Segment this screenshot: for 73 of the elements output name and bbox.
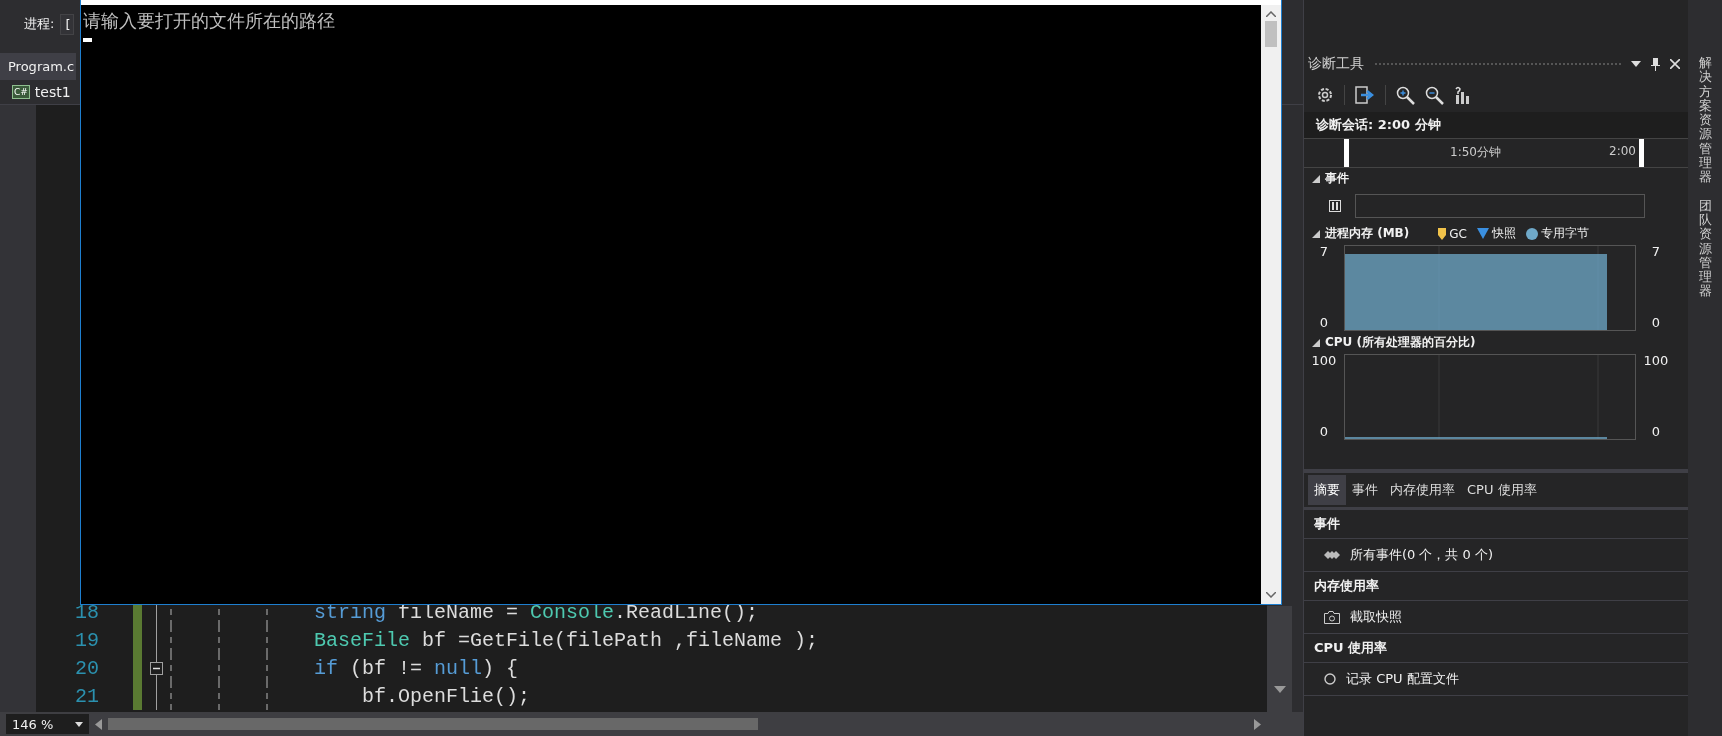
scroll-left-icon[interactable] — [95, 718, 103, 730]
timeline-ruler[interactable]: 1:50分钟 2:00 — [1304, 138, 1688, 168]
scroll-down-icon[interactable] — [1266, 592, 1276, 598]
zoom-out-icon[interactable] — [1425, 85, 1444, 105]
timeline-label: 2:00 — [1609, 144, 1636, 158]
record-icon — [1324, 673, 1336, 685]
console-output: 请输入要打开的文件所在的路径 — [83, 10, 336, 33]
tab[interactable]: CPU 使用率 — [1461, 475, 1543, 505]
summary-heading: CPU 使用率 — [1304, 634, 1688, 663]
session-duration: 诊断会话: 2:00 分钟 — [1304, 112, 1688, 138]
legend-label: GC — [1449, 226, 1467, 241]
axis-label: 7 — [1651, 244, 1661, 259]
pin-icon[interactable] — [1651, 57, 1660, 71]
side-tab[interactable]: 团队资源管理器 — [1698, 198, 1712, 299]
process-dropdown[interactable]: [ — [60, 13, 75, 35]
collapse-icon[interactable] — [149, 661, 163, 675]
axis-label: 0 — [1651, 315, 1661, 330]
section-title: CPU (所有处理器的百分比) — [1325, 334, 1476, 351]
side-tab[interactable]: 解决方案资源管理器 — [1698, 56, 1712, 185]
axis-label: 100 — [1643, 353, 1669, 368]
summary-action[interactable]: 所有事件(0 个，共 0 个) — [1350, 546, 1494, 564]
caret-icon — [75, 721, 84, 727]
legend-label: 专用字节 — [1540, 225, 1589, 242]
expand-triangle-icon[interactable] — [1312, 229, 1320, 238]
expand-triangle-icon[interactable] — [1312, 338, 1320, 347]
tab[interactable]: 事件 — [1346, 475, 1384, 505]
chart-help-icon[interactable] — [1454, 86, 1472, 104]
scope-dropdown[interactable]: C# test1 — [0, 84, 71, 100]
dropdown-icon[interactable] — [1631, 61, 1641, 67]
camera-icon — [1324, 610, 1340, 624]
axis-label: 0 — [1319, 315, 1329, 330]
process-label: 进程: — [24, 15, 55, 33]
events-icon — [1324, 551, 1340, 559]
export-icon[interactable] — [1355, 86, 1375, 104]
code-line: BaseFile bf =GetFile(filePath ,fileName ); — [314, 628, 819, 652]
summary-action[interactable]: 截取快照 — [1350, 608, 1402, 626]
scroll-right-icon[interactable] — [1254, 718, 1261, 730]
section-title: 事件 — [1325, 170, 1349, 187]
scrollbar-thumb[interactable] — [1265, 21, 1277, 47]
range-handle[interactable] — [1344, 139, 1349, 167]
line-number: 21 — [74, 684, 99, 708]
section-title: 进程内存 (MB) — [1325, 225, 1410, 242]
zoom-in-icon[interactable] — [1396, 85, 1415, 105]
settings-icon[interactable] — [1316, 86, 1334, 104]
summary-heading: 内存使用率 — [1304, 572, 1688, 601]
panel-title: 诊断工具 — [1308, 55, 1364, 73]
expand-triangle-icon[interactable] — [1312, 174, 1320, 183]
axis-label: 100 — [1311, 353, 1337, 368]
line-number: 18 — [74, 600, 99, 624]
vertical-scrollbar[interactable] — [1267, 606, 1292, 712]
tab[interactable]: 内存使用率 — [1384, 475, 1461, 505]
close-icon[interactable] — [1670, 59, 1680, 69]
line-number: 19 — [74, 628, 99, 652]
scroll-up-icon[interactable] — [1266, 11, 1276, 17]
summary-heading: 事件 — [1304, 510, 1688, 539]
range-handle[interactable] — [1639, 139, 1644, 167]
scroll-down-icon[interactable] — [1273, 686, 1286, 694]
document-tab[interactable]: Program.c — [0, 53, 77, 80]
scrollbar-thumb[interactable] — [108, 718, 759, 730]
pause-icon[interactable] — [1329, 200, 1341, 212]
code-line: bf.OpenFlie(); — [361, 684, 531, 708]
tab[interactable]: 摘要 — [1308, 475, 1346, 505]
line-number: 20 — [74, 656, 99, 680]
axis-label: 7 — [1319, 244, 1329, 259]
legend-label: 快照 — [1491, 225, 1516, 242]
code-line: if (bf != null) { — [314, 656, 519, 680]
axis-label: 0 — [1651, 424, 1661, 439]
text-cursor — [83, 38, 92, 42]
language-badge: C# — [12, 85, 30, 99]
summary-action[interactable]: 记录 CPU 配置文件 — [1346, 670, 1459, 688]
timeline-label: 1:50分钟 — [1450, 144, 1501, 161]
axis-label: 0 — [1319, 424, 1329, 439]
zoom-dropdown[interactable]: 146 % — [6, 714, 90, 734]
